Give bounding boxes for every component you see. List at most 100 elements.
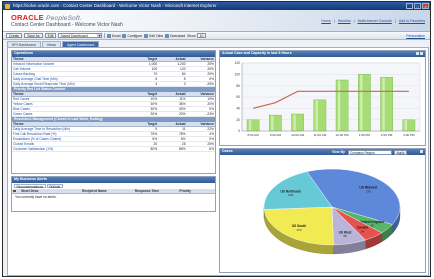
pie-slice-value: 140 xyxy=(288,193,293,197)
close-button[interactable]: × xyxy=(422,3,429,9)
y-tick-label: 20 xyxy=(236,118,240,122)
download-icon xyxy=(165,33,170,38)
region-pie-panel: Cases View By Company Region Apply US Mi… xyxy=(219,148,426,273)
x-tick-label: 3:00 PM xyxy=(403,133,415,137)
alerts-panel: My Business Alerts Recommendations Outlo… xyxy=(11,176,216,212)
column-header: Response Time xyxy=(133,189,179,195)
kpi-link[interactable]: Daily Average Chat Time (Min) xyxy=(13,77,58,81)
home-link[interactable]: Home xyxy=(321,19,331,23)
bar-highlight xyxy=(293,114,296,131)
download-button[interactable]: Download xyxy=(165,33,185,38)
select-all-checkbox[interactable] xyxy=(12,189,21,195)
personalize-link[interactable]: Personalize xyxy=(406,34,425,38)
x-tick-label: 11:00 AM xyxy=(313,133,326,137)
kpi-link[interactable]: First Call Resolution Rate (%) xyxy=(13,132,56,136)
edit-tabs-button[interactable]: Edit Tabs xyxy=(144,33,163,38)
cases-bar-chart: 0 20 40 60 80 100 120 8:00 AM 9:00 AM 10:00 AM 11:… xyxy=(234,61,421,137)
view-by-label: View By xyxy=(332,150,345,154)
resolution-table: Theme Target Actual Variance Daily Avera… xyxy=(12,121,215,152)
y-tick-label: 80 xyxy=(236,84,240,88)
bar-highlight xyxy=(382,77,385,131)
kpi-link[interactable]: Escalations (% of Cases Closed) xyxy=(13,137,61,141)
x-tick-label: 9:00 AM xyxy=(270,133,282,137)
target-cell: 80% xyxy=(129,146,159,152)
priority-table: Theme Target Actual Variance Red Cases 10… xyxy=(12,91,215,117)
kpi-link[interactable]: Daily Average Time to Resolution (Min) xyxy=(13,127,70,131)
show-control[interactable]: Show 10 xyxy=(187,32,207,39)
x-tick-label: 12:00 PM xyxy=(336,133,350,137)
x-tick-label: 1:00 PM xyxy=(359,133,371,137)
cases-chart-panel: Actual Case and Capacity in last 8 Hours… xyxy=(219,50,426,146)
browser-title: https://solve.oracle.com - Contact Cente… xyxy=(13,3,217,8)
region-pie-chart: US Midwest270United Kingdom30Canada34US … xyxy=(263,168,401,255)
x-tick-label: 8:00 AM xyxy=(247,133,259,137)
table-row: Daily Average Email Response Time (Min) 4… xyxy=(12,81,215,87)
target-cell: 4 xyxy=(129,81,159,87)
maximize-button[interactable]: □ xyxy=(414,3,421,9)
show-value[interactable]: 10 xyxy=(196,32,207,39)
tab-recommendations[interactable]: Recommendations xyxy=(14,183,46,188)
kpi-link[interactable]: Inbound Information Volume xyxy=(13,62,54,66)
pie-slice-value: 34 xyxy=(361,229,365,233)
bar-highlight xyxy=(360,74,363,131)
configure-button[interactable]: Configure xyxy=(122,33,142,38)
edit-icon[interactable] xyxy=(420,150,423,153)
bar-highlight xyxy=(404,120,408,131)
pie-slice-value: 55 xyxy=(343,234,347,238)
column-header: Recipient Name xyxy=(81,189,134,195)
worklist-link[interactable]: Worklist xyxy=(338,19,351,23)
kpi-link[interactable]: Blue Cases xyxy=(13,107,30,111)
variance-cell: 6% xyxy=(186,146,215,152)
kpi-link[interactable]: Customer Satisfaction (1%) xyxy=(13,147,53,151)
edit-button[interactable]: Edit xyxy=(44,32,57,39)
target-cell: 30% xyxy=(129,111,159,117)
actual-cell: 23% xyxy=(158,111,187,117)
tab-outlook[interactable]: Outlook xyxy=(46,183,63,188)
kpi-link[interactable]: Call Volume xyxy=(13,67,31,71)
add-to-favorites-link[interactable]: Add to Favorites xyxy=(399,19,425,23)
multichannel-console-link[interactable]: Multichannel Console xyxy=(358,19,392,23)
x-tick-label: 10:00 AM xyxy=(291,133,304,137)
browser-title-bar: https://solve.oracle.com - Contact Cente… xyxy=(3,2,430,10)
bar xyxy=(246,119,260,132)
kpi-link[interactable]: Green Cases xyxy=(13,112,32,116)
browser-icon xyxy=(5,3,10,9)
pie-slice-value: 270 xyxy=(366,189,371,193)
chart-header: Actual Case and Capacity in last 8 Hours xyxy=(220,51,425,57)
kpi-link[interactable]: Red Cases xyxy=(13,97,29,101)
page-title: Contact Center Dashboard - Welcome Victo… xyxy=(11,22,123,28)
apply-button[interactable]: Apply xyxy=(394,149,407,155)
table-row: Customer Satisfaction (1%) 80% 85% 6% xyxy=(12,146,215,152)
y-tick-label: 0 xyxy=(238,129,240,133)
kpi-panel: Operations Theme Target Actual Variance … xyxy=(11,50,216,174)
y-tick-label: 60 xyxy=(236,95,240,99)
oracle-logo: ORACLE PeopleSoft. xyxy=(11,13,82,22)
operations-table: Theme Target Actual Variance Inbound Inf… xyxy=(12,56,215,87)
create-button[interactable]: Create xyxy=(6,32,23,39)
minimize-button[interactable]: _ xyxy=(406,3,413,9)
bar-highlight xyxy=(248,120,252,131)
column-header: Short Desc xyxy=(20,189,81,195)
table-header-row: Short Desc Recipient Name Response Time … xyxy=(12,189,215,195)
dashboard-select[interactable]: Saved Dashboard ▼ xyxy=(58,32,103,39)
region-select[interactable]: Company Region xyxy=(348,149,392,155)
empty-alerts-message: You currently have no alerts. xyxy=(15,195,57,200)
variance-cell: -25% xyxy=(186,81,215,87)
bar-highlight xyxy=(337,80,341,131)
save-as-button[interactable]: Save As xyxy=(24,32,43,39)
kpi-link[interactable]: Yellow Cases xyxy=(13,102,33,106)
panel-controls xyxy=(416,52,423,55)
kpi-link[interactable]: Cases Backlog xyxy=(13,72,35,76)
kpi-link[interactable]: Daily Average Email Response Time (Min) xyxy=(13,82,75,86)
chevron-down-icon: ▼ xyxy=(97,33,102,38)
panel-controls xyxy=(420,150,423,153)
email-button[interactable]: Email xyxy=(106,33,120,38)
dashboard-toolbar: Create Save As Edit Saved Dashboard ▼ Ema… xyxy=(3,32,430,40)
x-tick-label: 2:00 PM xyxy=(381,133,393,137)
table-row: Green Cases 30% 23% -23% xyxy=(12,111,215,117)
kpi-link[interactable]: Closed Emails xyxy=(13,142,34,146)
edit-icon[interactable] xyxy=(416,52,419,55)
bar-highlight xyxy=(271,115,274,131)
y-tick-label: 40 xyxy=(236,107,240,111)
minimize-icon[interactable] xyxy=(420,52,423,55)
